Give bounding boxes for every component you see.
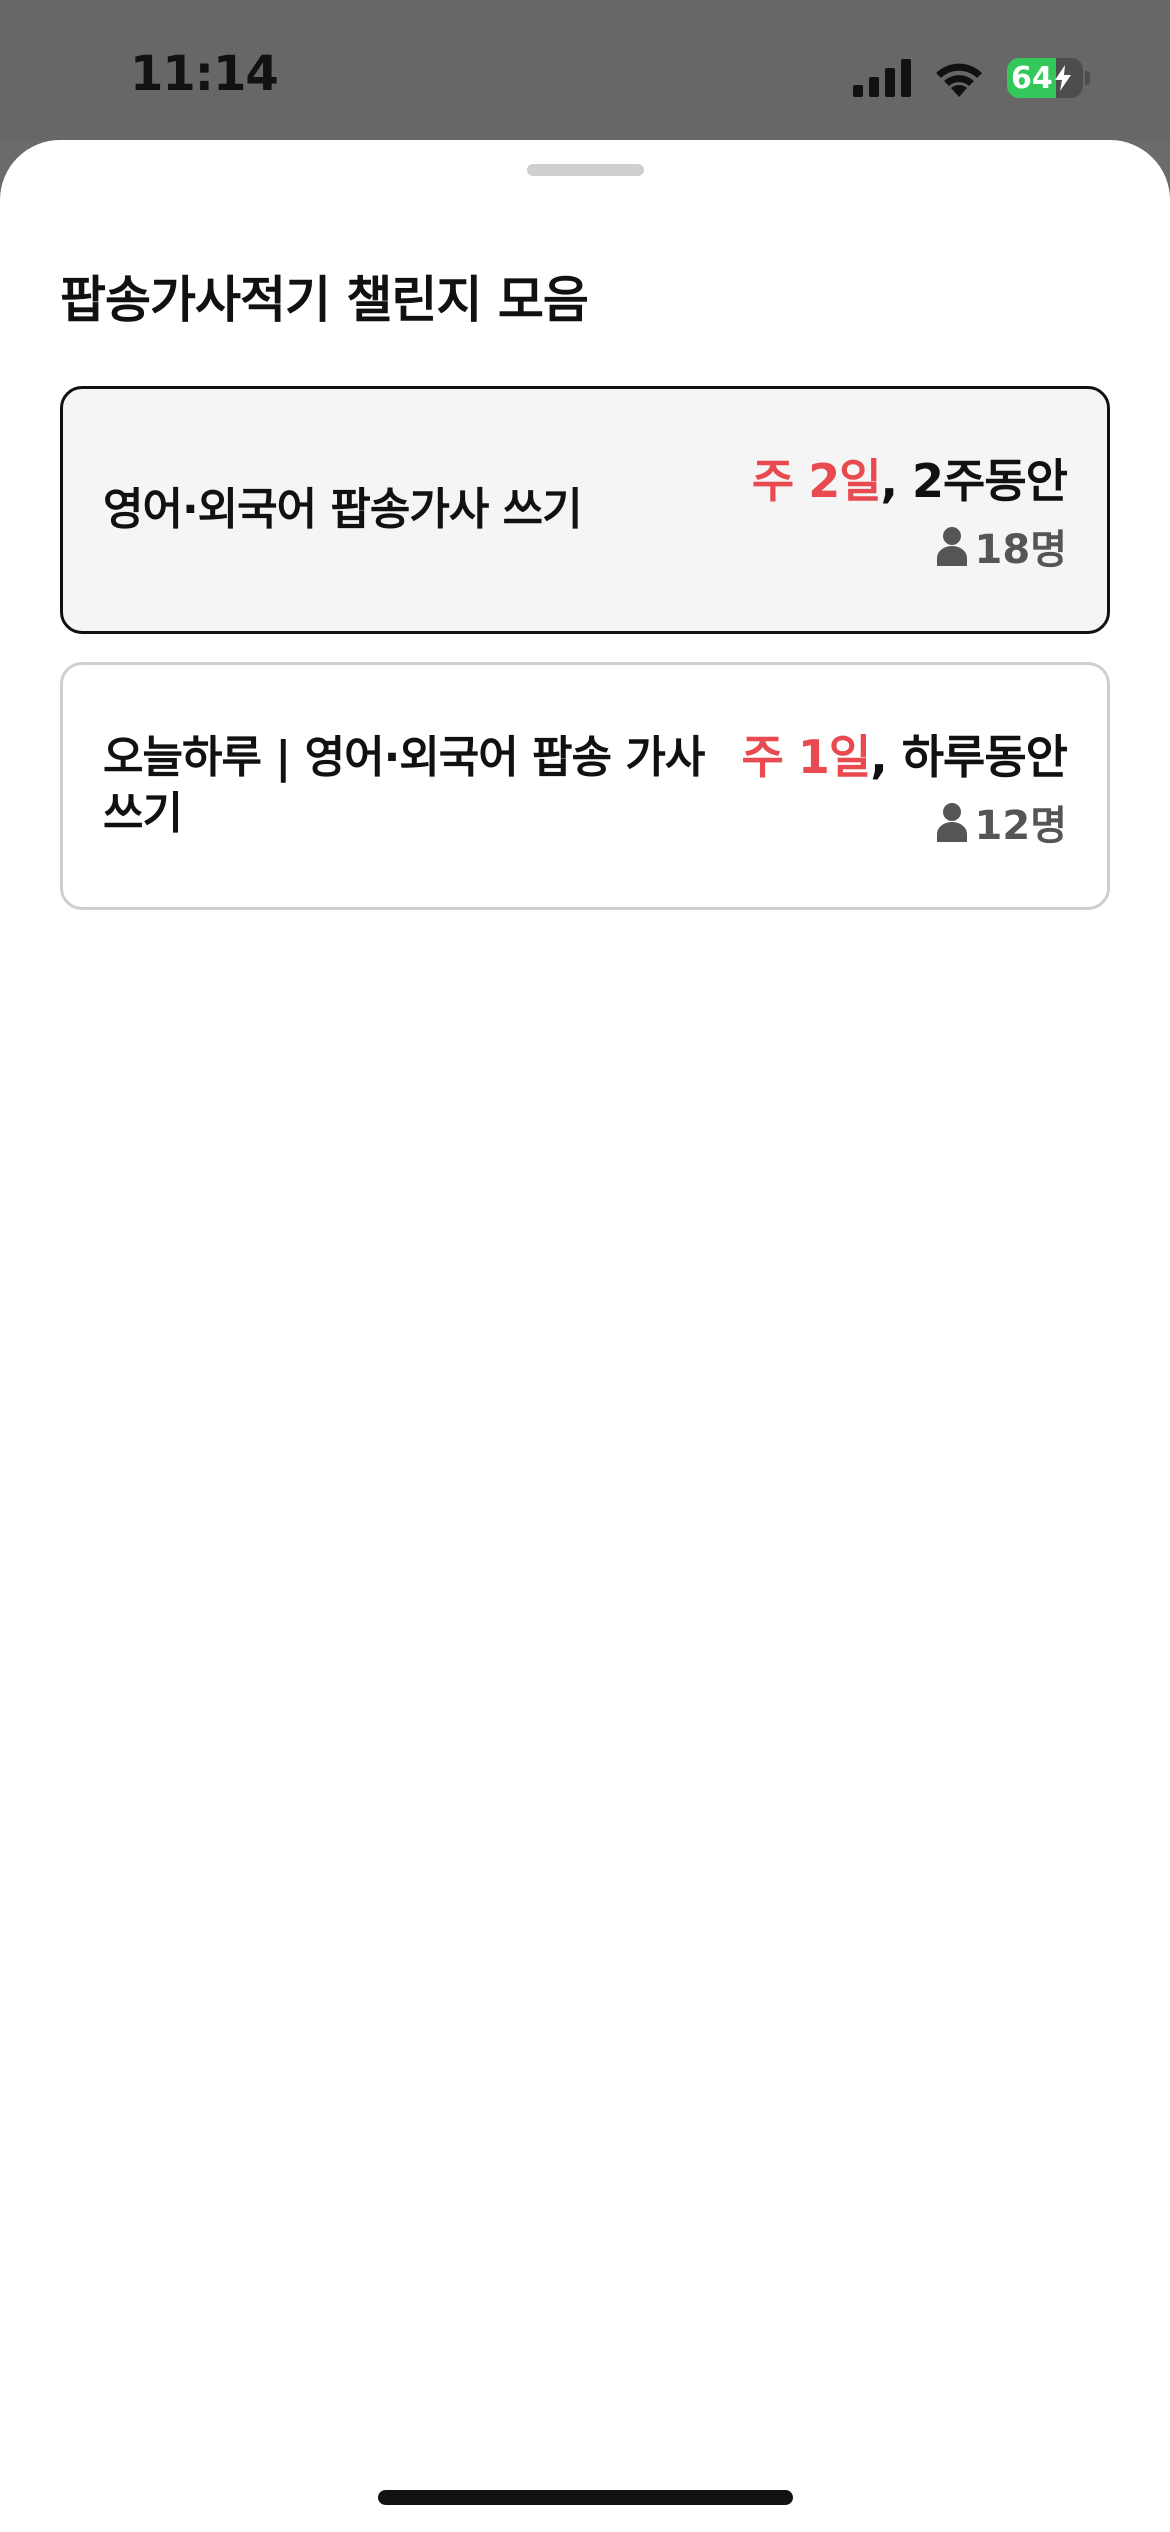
challenge-duration: 하루동안 [901, 730, 1068, 784]
challenge-schedule: 주 2일, 2주동안 [751, 445, 1068, 511]
challenge-separator: , [880, 454, 913, 508]
member-count: 12명 [974, 803, 1067, 849]
wifi-icon [936, 63, 982, 97]
challenge-members: 18명 [936, 517, 1067, 575]
battery-level: 64 [1007, 61, 1071, 96]
sheet-grabber-handle[interactable] [527, 164, 644, 176]
challenge-card-selected[interactable]: 영어·외국어 팝송가사 쓰기 주 2일, 2주동안 18명 [60, 386, 1110, 634]
challenge-separator: , [870, 730, 902, 784]
status-time: 11:14 [130, 46, 279, 102]
battery-icon: 64 [1007, 58, 1083, 98]
challenge-duration: 2주동안 [912, 454, 1068, 508]
challenge-members: 12명 [936, 793, 1067, 851]
person-icon [936, 527, 967, 566]
challenge-schedule: 주 1일, 하루동안 [741, 721, 1068, 787]
challenge-meta: 주 1일, 하루동안 12명 [741, 721, 1068, 851]
challenge-frequency: 주 2일 [751, 454, 882, 508]
challenge-card[interactable]: 오늘하루 | 영어·외국어 팝송 가사 쓰기 주 1일, 하루동안 12명 [60, 662, 1110, 910]
challenge-title: 영어·외국어 팝송가사 쓰기 [103, 484, 583, 535]
sheet-title: 팝송가사적기 챌린지 모음 [60, 271, 589, 329]
bottom-sheet: 팝송가사적기 챌린지 모음 영어·외국어 팝송가사 쓰기 주 2일, 2주동안 … [0, 140, 1170, 2532]
status-icons: 64 [853, 54, 1090, 102]
battery-nub [1085, 71, 1090, 85]
challenge-title: 오늘하루 | 영어·외국어 팝송 가사 쓰기 [103, 732, 705, 839]
status-bar: 11:14 64 [0, 0, 1170, 140]
member-count: 18명 [974, 527, 1067, 573]
challenge-meta: 주 2일, 2주동안 18명 [751, 445, 1068, 575]
charging-bolt-icon [1054, 65, 1071, 91]
challenge-frequency: 주 1일 [741, 730, 872, 784]
person-icon [936, 803, 967, 842]
signal-icon [853, 59, 911, 97]
home-indicator[interactable] [378, 2490, 793, 2505]
